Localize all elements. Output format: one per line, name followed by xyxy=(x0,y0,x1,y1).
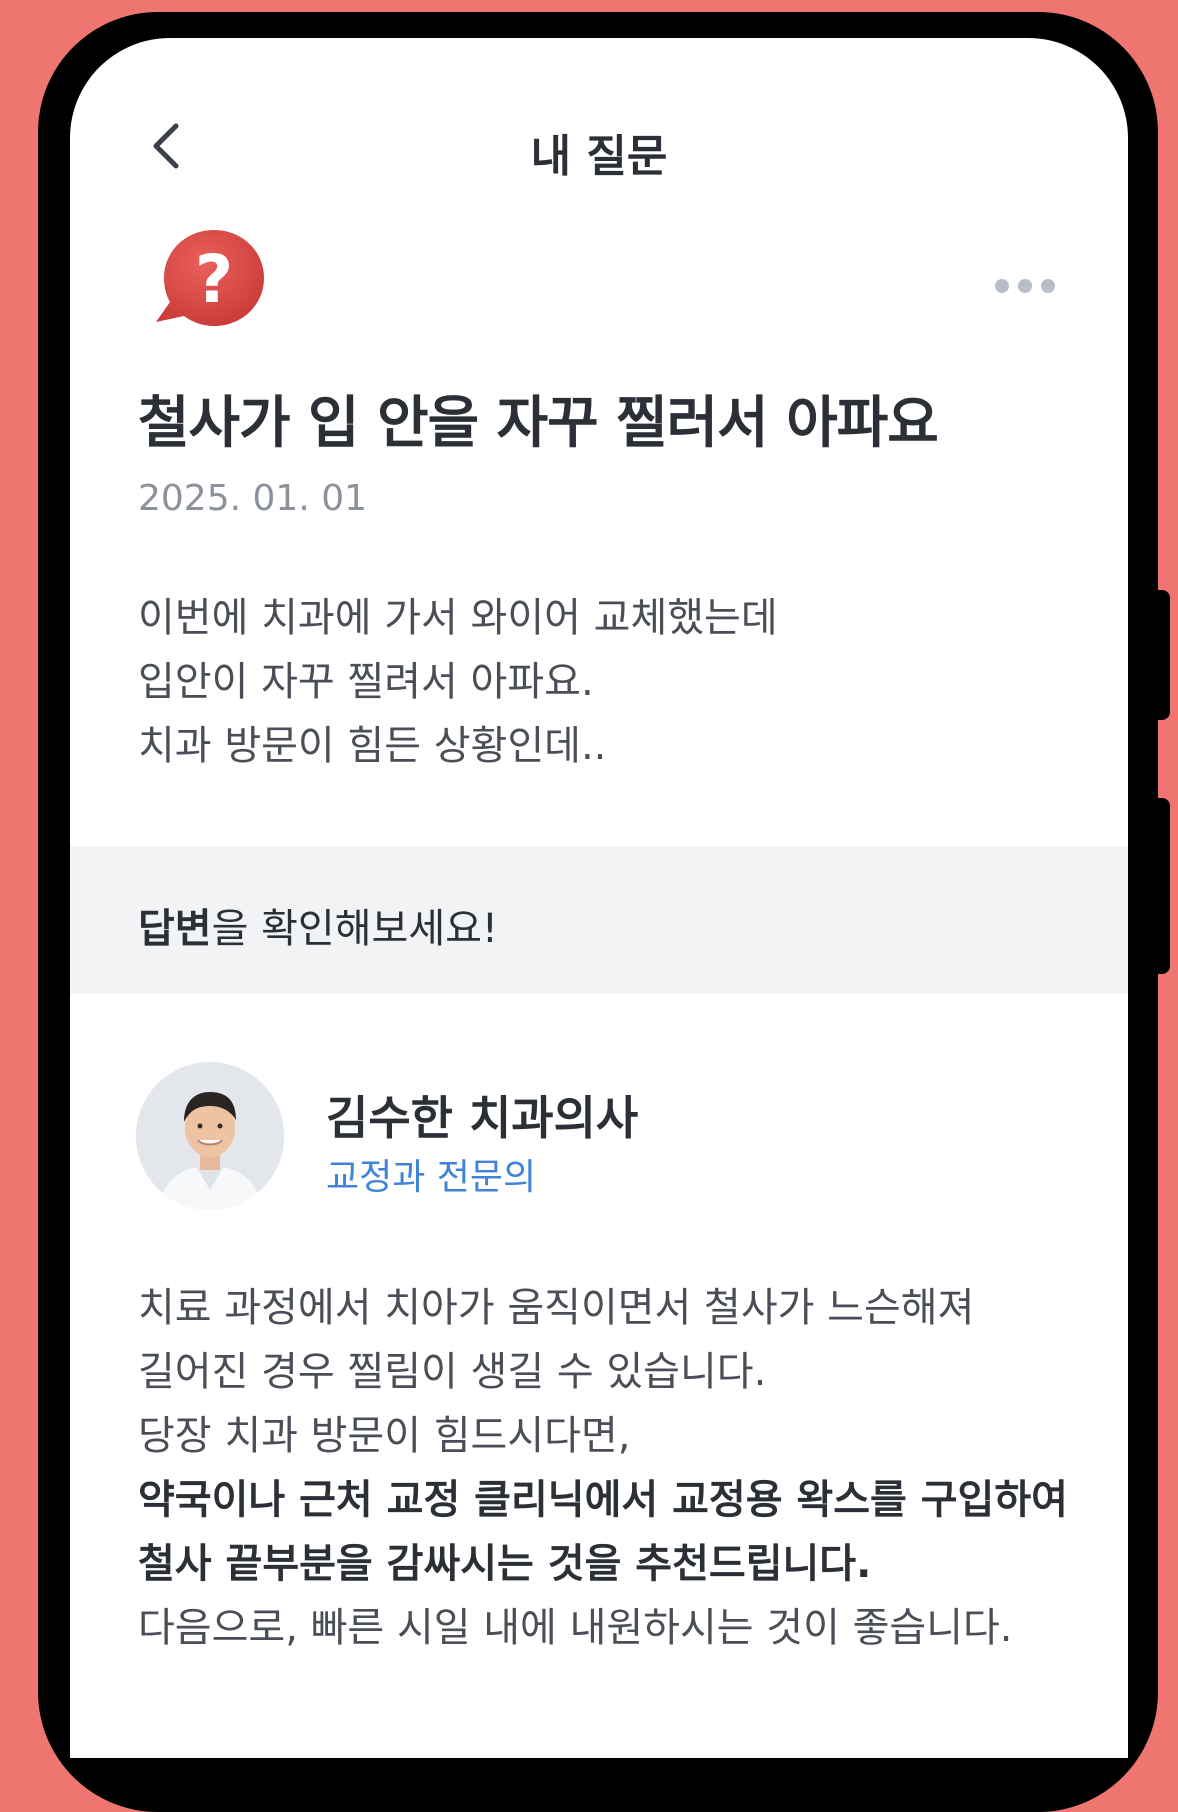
question-title: 철사가 입 안을 자꾸 찔러서 아파요 xyxy=(138,391,939,456)
answer-banner: 답변을 확인해보세요! xyxy=(70,846,1128,994)
more-horizontal-icon xyxy=(995,279,1055,293)
phone-side-button xyxy=(1148,590,1170,720)
question-bubble-icon: ? xyxy=(150,226,268,336)
answer-banner-rest: 을 확인해보세요! xyxy=(211,906,498,952)
answer-line: 길어진 경우 찔림이 생길 수 있습니다. xyxy=(138,1349,767,1395)
doctor-photo-icon xyxy=(136,1062,284,1210)
doctor-specialty: 교정과 전문의 xyxy=(326,1157,537,1198)
answer-highlight: 약국이나 근처 교정 클리닉에서 교정용 왁스를 구입하여 철사 끝부분을 감싸… xyxy=(138,1477,1068,1587)
doctor-avatar[interactable] xyxy=(136,1062,284,1210)
question-body: 이번에 치과에 가서 와이어 교체했는데 입안이 자꾸 찔려서 아파요. 치과 … xyxy=(138,595,778,769)
more-options-button[interactable] xyxy=(990,266,1060,306)
answer-banner-text: 답변을 확인해보세요! xyxy=(138,896,498,954)
answer-body: 치료 과정에서 치아가 움직이면서 철사가 느슨해져 길어진 경우 찔림이 생길… xyxy=(138,1276,1078,1660)
doctor-name: 김수한 치과의사 xyxy=(326,1091,639,1145)
answer-banner-bold: 답변 xyxy=(138,906,212,952)
answer-line: 치료 과정에서 치아가 움직이면서 철사가 느슨해져 xyxy=(138,1285,975,1331)
top-app-bar: 내 질문 xyxy=(70,98,1128,188)
answer-line: 당장 치과 방문이 힘드시다면, xyxy=(138,1413,631,1459)
question-date: 2025. 01. 01 xyxy=(138,478,368,519)
svg-text:?: ? xyxy=(195,241,233,318)
phone-side-button xyxy=(1148,798,1170,974)
app-screen: 내 질문 ? 철사가 입 안을 자꾸 찔러서 아파요 2025. 01. 01 … xyxy=(70,38,1128,1758)
answer-line: 다음으로, 빠른 시일 내에 내원하시는 것이 좋습니다. xyxy=(138,1605,1013,1651)
page-title: 내 질문 xyxy=(530,131,668,182)
